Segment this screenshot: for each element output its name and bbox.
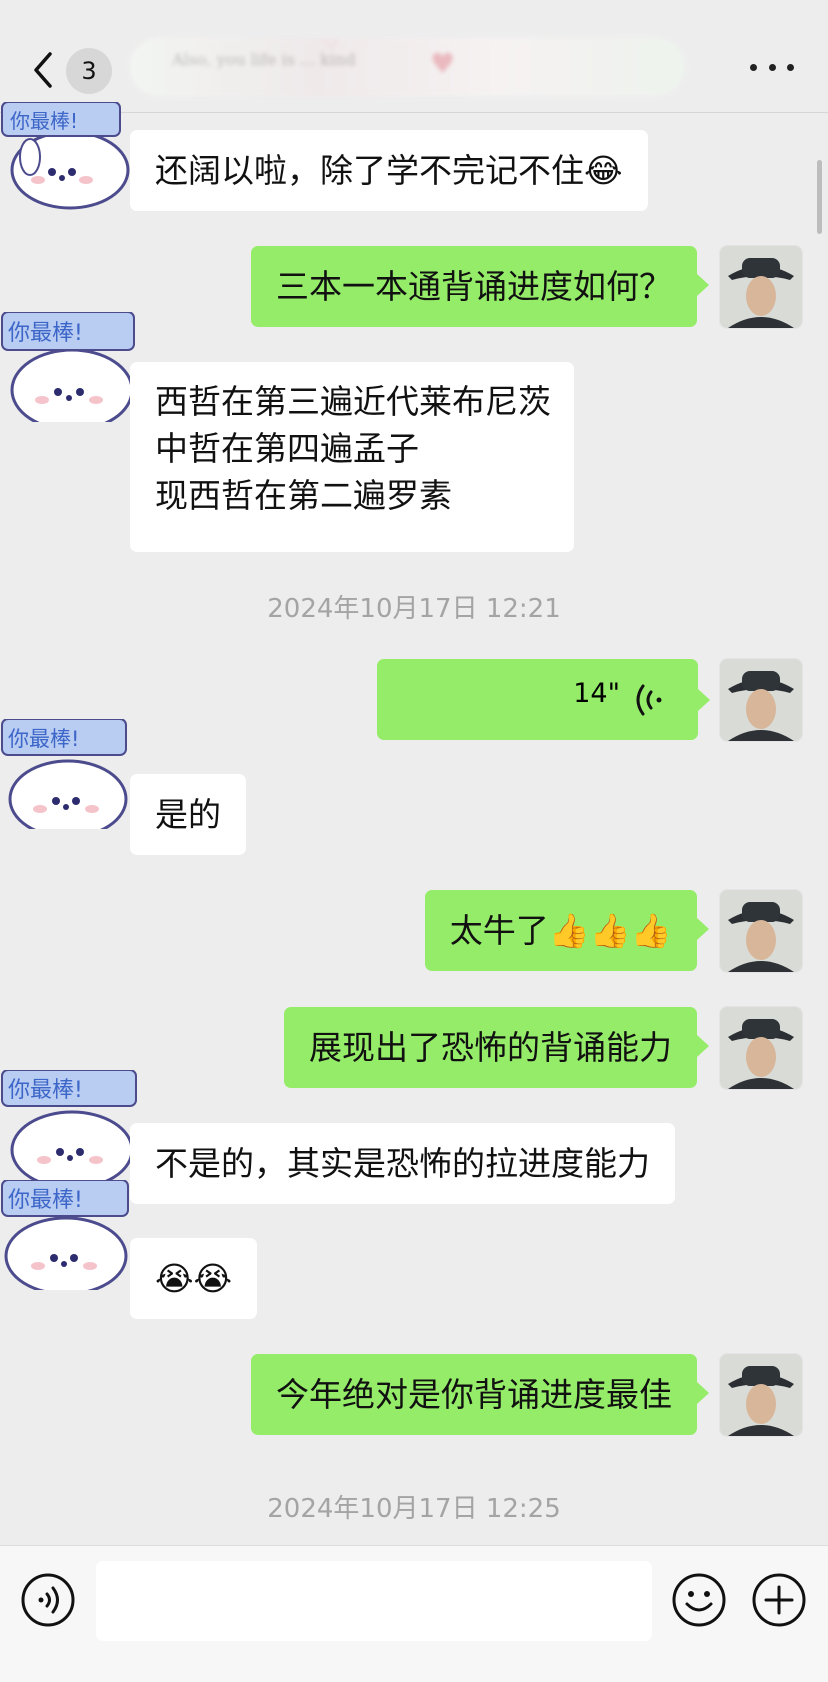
outgoing-message[interactable]: 今年绝对是你背诵进度最佳 [251, 1354, 709, 1435]
incoming-message-multiline[interactable]: 西哲在第三遍近代莱布尼茨 中哲在第四遍孟子 现西哲在第二遍罗素 [130, 362, 574, 552]
my-avatar[interactable] [720, 890, 802, 972]
my-avatar[interactable] [720, 1007, 802, 1089]
sticker-sign-text: 你最棒! [8, 1188, 83, 1213]
incoming-message[interactable]: 是的 [130, 774, 246, 855]
sender-avatar[interactable]: 你最棒! [0, 102, 142, 212]
my-avatar[interactable] [720, 1354, 802, 1436]
voice-message[interactable]: 14" [377, 659, 710, 740]
incoming-message[interactable]: 还阔以啦，除了学不完记不住😂 [130, 130, 648, 211]
voice-input-icon[interactable] [21, 1573, 75, 1627]
incoming-message[interactable]: 😭😭 [130, 1238, 258, 1319]
emoji-icon[interactable] [672, 1573, 726, 1627]
sender-avatar[interactable]: 你最棒! [0, 1070, 142, 1180]
more-options-icon[interactable] [750, 55, 794, 79]
heart-sticker-icon: ♡ [323, 38, 340, 53]
message-composer [0, 1545, 828, 1682]
back-chevron-icon[interactable] [28, 50, 58, 90]
sticker-sign-text: 你最棒! [10, 109, 78, 133]
message-line: 西哲在第三遍近代莱布尼茨 [155, 382, 551, 421]
voice-wave-icon [636, 684, 662, 716]
heart-sticker-icon: ♥ [430, 47, 456, 80]
sender-avatar[interactable]: 你最棒! [0, 312, 142, 422]
blurred-chat-title: Also, you life is ... kind ♥ ♡ [130, 38, 685, 96]
message-line: 现西哲在第二遍罗素 [155, 476, 452, 515]
my-avatar[interactable] [720, 246, 802, 328]
my-avatar[interactable] [720, 659, 802, 741]
plus-icon[interactable] [752, 1573, 806, 1627]
timestamp: 2024年10月17日 12:25 [267, 1494, 561, 1524]
sender-avatar[interactable]: 你最棒! [0, 1180, 142, 1290]
message-input[interactable] [96, 1561, 652, 1641]
incoming-message[interactable]: 不是的，其实是恐怖的拉进度能力 [130, 1123, 675, 1204]
sticker-sign-text: 你最棒! [8, 1078, 83, 1103]
outgoing-message[interactable]: 展现出了恐怖的背诵能力 [284, 1007, 709, 1088]
sender-avatar[interactable]: 你最棒! [0, 719, 142, 829]
sticker-sign-text: 你最棒! [8, 727, 79, 751]
sticker-sign-text: 你最棒! [8, 321, 83, 346]
message-line: 中哲在第四遍孟子 [155, 429, 419, 468]
voice-duration: 14" [573, 678, 620, 709]
timestamp: 2024年10月17日 12:21 [267, 594, 561, 624]
outgoing-message[interactable]: 太牛了👍👍👍 [424, 890, 710, 971]
scrollbar[interactable] [817, 160, 822, 234]
outgoing-message[interactable]: 三本一本通背诵进度如何？ [251, 246, 709, 327]
unread-count-badge[interactable]: 3 [66, 48, 112, 94]
chat-header: 3 Also, you life is ... kind ♥ ♡ [0, 0, 828, 113]
